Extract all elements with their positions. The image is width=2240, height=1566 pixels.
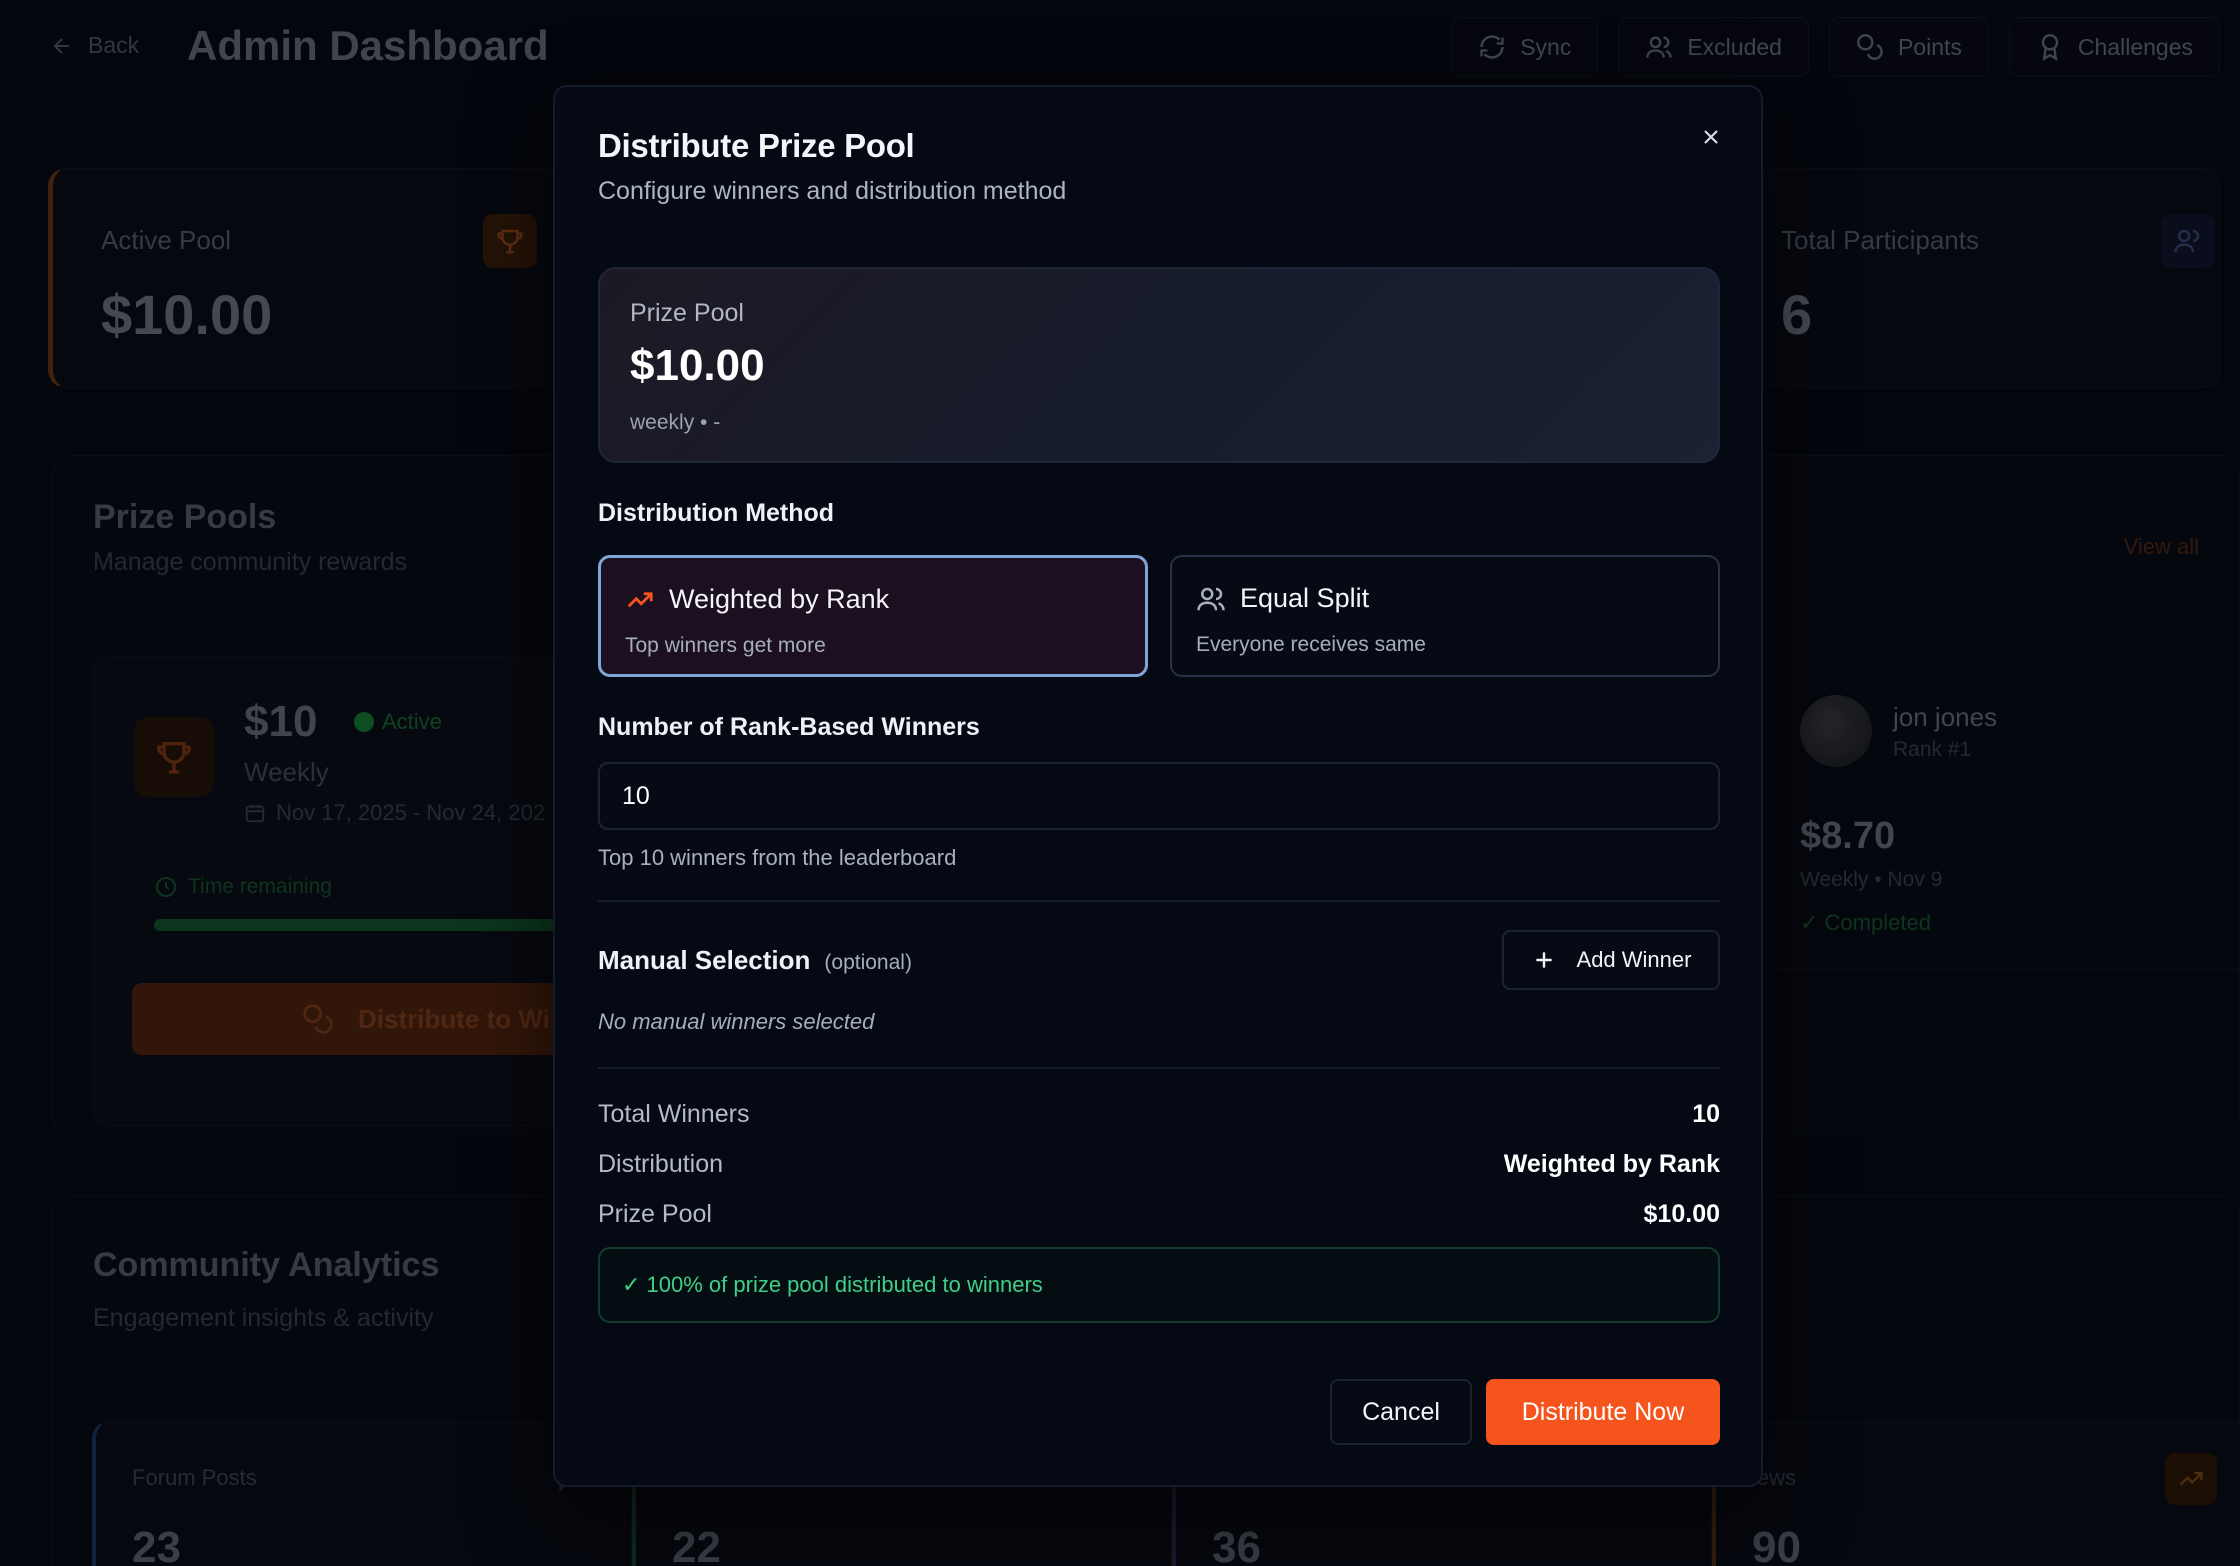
cancel-button[interactable]: Cancel (1330, 1379, 1472, 1445)
manual-selection-title: Manual Selection (598, 945, 811, 975)
summary-row-total-winners: Total Winners 10 (598, 1100, 1720, 1129)
add-winner-button[interactable]: Add Winner (1502, 930, 1720, 990)
method-header: Equal Split (1196, 583, 1369, 614)
divider (598, 900, 1720, 902)
add-winner-label: Add Winner (1576, 947, 1692, 972)
winners-helper-text: Top 10 winners from the leaderboard (598, 845, 957, 870)
method-title: Weighted by Rank (669, 584, 890, 614)
dialog-subtitle: Configure winners and distribution metho… (598, 177, 1067, 205)
manual-selection-header: Manual Selection (optional) (598, 945, 912, 976)
summary-key: Prize Pool (598, 1200, 712, 1228)
divider (598, 1067, 1720, 1069)
distribution-success-message: ✓ 100% of prize pool distributed to winn… (598, 1247, 1720, 1323)
prize-pool-amount: $10.00 (630, 341, 765, 390)
plus-icon (1535, 952, 1552, 968)
distribute-prize-pool-dialog: Distribute Prize Pool Configure winners … (553, 85, 1763, 1487)
close-button[interactable] (1691, 117, 1731, 157)
method-header: Weighted by Rank (625, 584, 889, 615)
summary-value: $10.00 (1643, 1200, 1720, 1228)
distribute-now-button[interactable]: Distribute Now (1486, 1379, 1720, 1445)
no-manual-winners-text: No manual winners selected (598, 1009, 875, 1034)
summary-row-prize-pool: Prize Pool $10.00 (598, 1200, 1720, 1229)
summary-value: Weighted by Rank (1503, 1150, 1720, 1178)
summary-key: Distribution (598, 1150, 724, 1178)
users-icon (1197, 587, 1225, 610)
winners-count-label: Number of Rank-Based Winners (598, 713, 980, 741)
summary-key: Total Winners (598, 1100, 750, 1128)
summary-value: 10 (1692, 1100, 1720, 1128)
method-title: Equal Split (1240, 583, 1370, 613)
page: Back Admin Dashboard Sync Excluded Point… (0, 0, 2240, 1566)
method-weighted-by-rank[interactable]: Weighted by Rank Top winners get more (598, 555, 1148, 677)
trending-up-icon (627, 591, 653, 607)
prize-pool-meta: weekly • - (630, 411, 721, 434)
summary-row-distribution: Distribution Weighted by Rank (598, 1150, 1720, 1179)
method-description: Everyone receives same (1196, 633, 1426, 656)
method-description: Top winners get more (625, 634, 826, 657)
prize-pool-label: Prize Pool (630, 299, 744, 327)
winners-count-input[interactable] (598, 762, 1720, 830)
method-equal-split[interactable]: Equal Split Everyone receives same (1170, 555, 1720, 677)
optional-label: (optional) (824, 951, 912, 974)
distribution-method-label: Distribution Method (598, 499, 835, 527)
prize-pool-summary: Prize Pool $10.00 weekly • - (598, 267, 1720, 463)
close-icon (1704, 130, 1718, 144)
dialog-title: Distribute Prize Pool (598, 127, 915, 164)
